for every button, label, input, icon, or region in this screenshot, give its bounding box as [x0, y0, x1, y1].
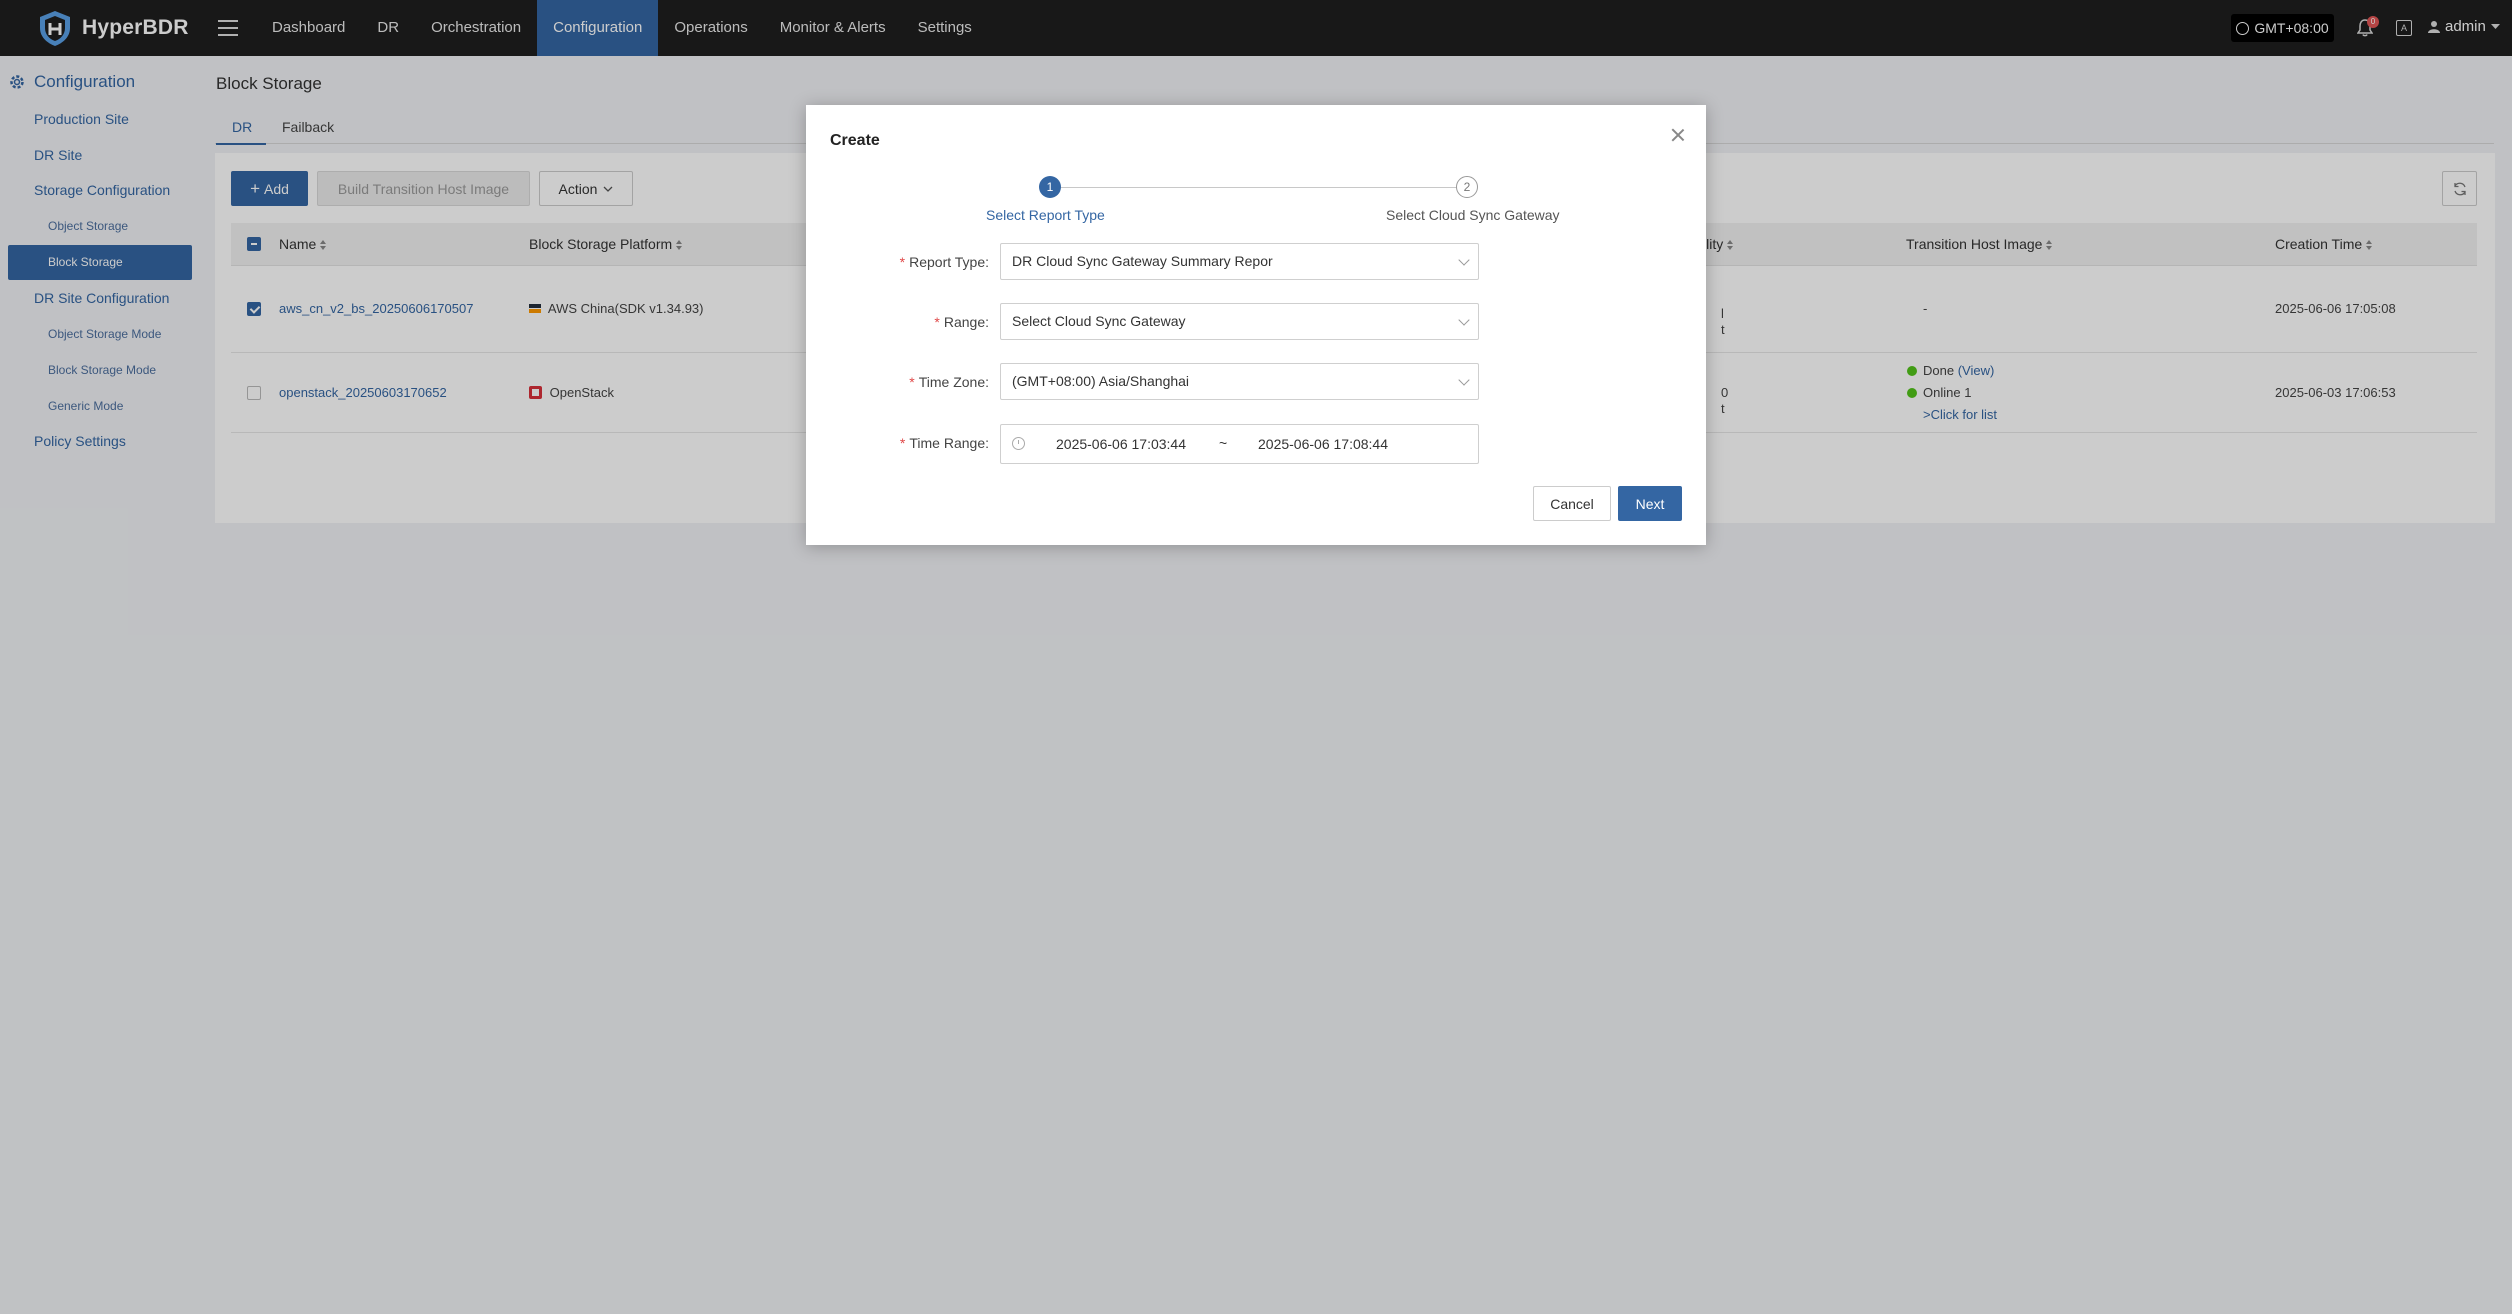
time-range-start[interactable]: 2025-06-06 17:03:44	[1056, 436, 1186, 452]
create-report-dialog: Create 1 2 Select Report Type Select Clo…	[806, 105, 1706, 545]
chevron-down-icon	[1458, 254, 1470, 266]
chevron-down-icon	[1458, 374, 1470, 386]
report-type-label-text: Report Type:	[909, 254, 989, 270]
chevron-down-icon	[1458, 314, 1470, 326]
time-range-separator: ~	[1219, 435, 1228, 451]
range-label: * Range:	[934, 314, 989, 330]
time-zone-select[interactable]: (GMT+08:00) Asia/Shanghai	[1000, 363, 1479, 400]
next-button[interactable]: Next	[1618, 486, 1682, 521]
time-zone-label-text: Time Zone:	[918, 374, 989, 390]
report-type-label: * Report Type:	[899, 254, 989, 270]
time-range-picker[interactable]: 2025-06-06 17:03:44 ~ 2025-06-06 17:08:4…	[1000, 424, 1479, 464]
step-1-label: Select Report Type	[986, 207, 1105, 223]
range-label-text: Range:	[943, 314, 989, 330]
time-range-end[interactable]: 2025-06-06 17:08:44	[1258, 436, 1388, 452]
range-value: Select Cloud Sync Gateway	[1012, 313, 1186, 329]
time-range-label: * Time Range:	[899, 435, 989, 451]
time-range-label-text: Time Range:	[909, 435, 989, 451]
cancel-button[interactable]: Cancel	[1533, 486, 1611, 521]
time-zone-value: (GMT+08:00) Asia/Shanghai	[1012, 373, 1190, 389]
step-1-indicator: 1	[1039, 176, 1061, 198]
close-icon[interactable]	[1670, 127, 1686, 143]
stepper-connector	[1060, 187, 1457, 188]
time-zone-label: * Time Zone:	[909, 374, 989, 390]
step-2-label: Select Cloud Sync Gateway	[1386, 207, 1560, 223]
report-type-select[interactable]: DR Cloud Sync Gateway Summary Repor	[1000, 243, 1479, 280]
report-type-value: DR Cloud Sync Gateway Summary Repor	[1012, 253, 1273, 269]
dialog-title: Create	[830, 132, 880, 149]
range-select[interactable]: Select Cloud Sync Gateway	[1000, 303, 1479, 340]
step-2-indicator: 2	[1456, 176, 1478, 198]
clock-icon	[1012, 437, 1025, 450]
